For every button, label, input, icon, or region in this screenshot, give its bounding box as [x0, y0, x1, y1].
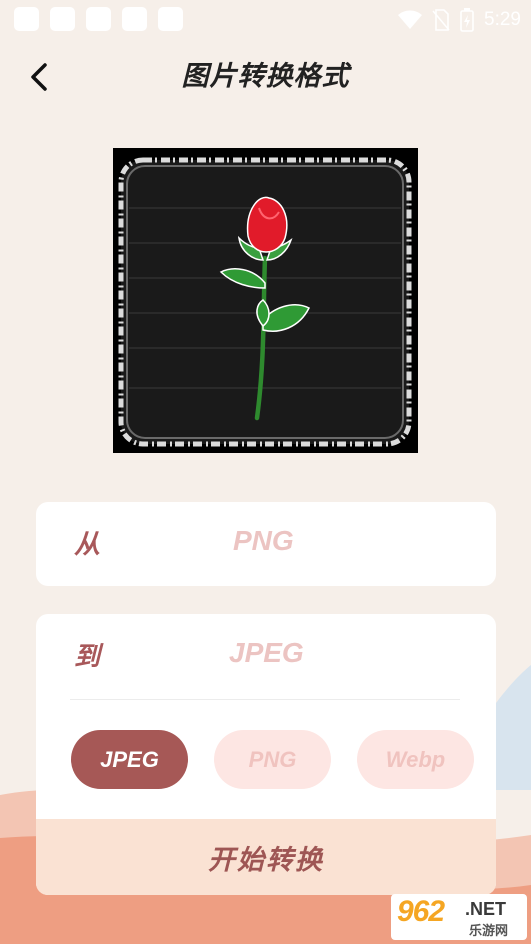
notification-icons: [14, 7, 183, 31]
status-bar: 5:29: [0, 0, 531, 38]
format-option-png[interactable]: PNG: [214, 730, 331, 789]
notification-icon: [122, 7, 147, 31]
to-format-card: 到 JPEG JPEG PNG Webp 开始转换: [36, 614, 496, 895]
watermark-number: 962: [397, 895, 445, 928]
status-time: 5:29: [484, 9, 521, 30]
to-value: JPEG: [229, 637, 304, 668]
format-option-jpeg[interactable]: JPEG: [71, 730, 188, 789]
watermark-cn-text: 乐游网: [469, 924, 509, 939]
format-option-webp[interactable]: Webp: [357, 730, 474, 789]
site-watermark: 962 .NET 乐游网: [391, 894, 527, 940]
from-format-card: 从 PNG: [36, 502, 496, 586]
notification-icon: [86, 7, 111, 31]
no-sim-icon: [432, 9, 450, 31]
battery-icon: [460, 8, 474, 32]
start-convert-button[interactable]: 开始转换: [36, 819, 496, 895]
notification-icon: [158, 7, 183, 31]
page-title: 图片转换格式: [181, 61, 350, 92]
image-preview: [113, 148, 418, 453]
notification-icon: [50, 7, 75, 31]
header: 图片转换格式: [0, 50, 531, 100]
to-label: 到: [74, 642, 101, 672]
from-label: 从: [74, 530, 101, 560]
wifi-icon: [398, 10, 423, 30]
from-value: PNG: [233, 525, 294, 556]
divider: [70, 699, 460, 700]
notification-icon: [14, 7, 39, 31]
watermark-domain: .NET: [465, 899, 507, 919]
